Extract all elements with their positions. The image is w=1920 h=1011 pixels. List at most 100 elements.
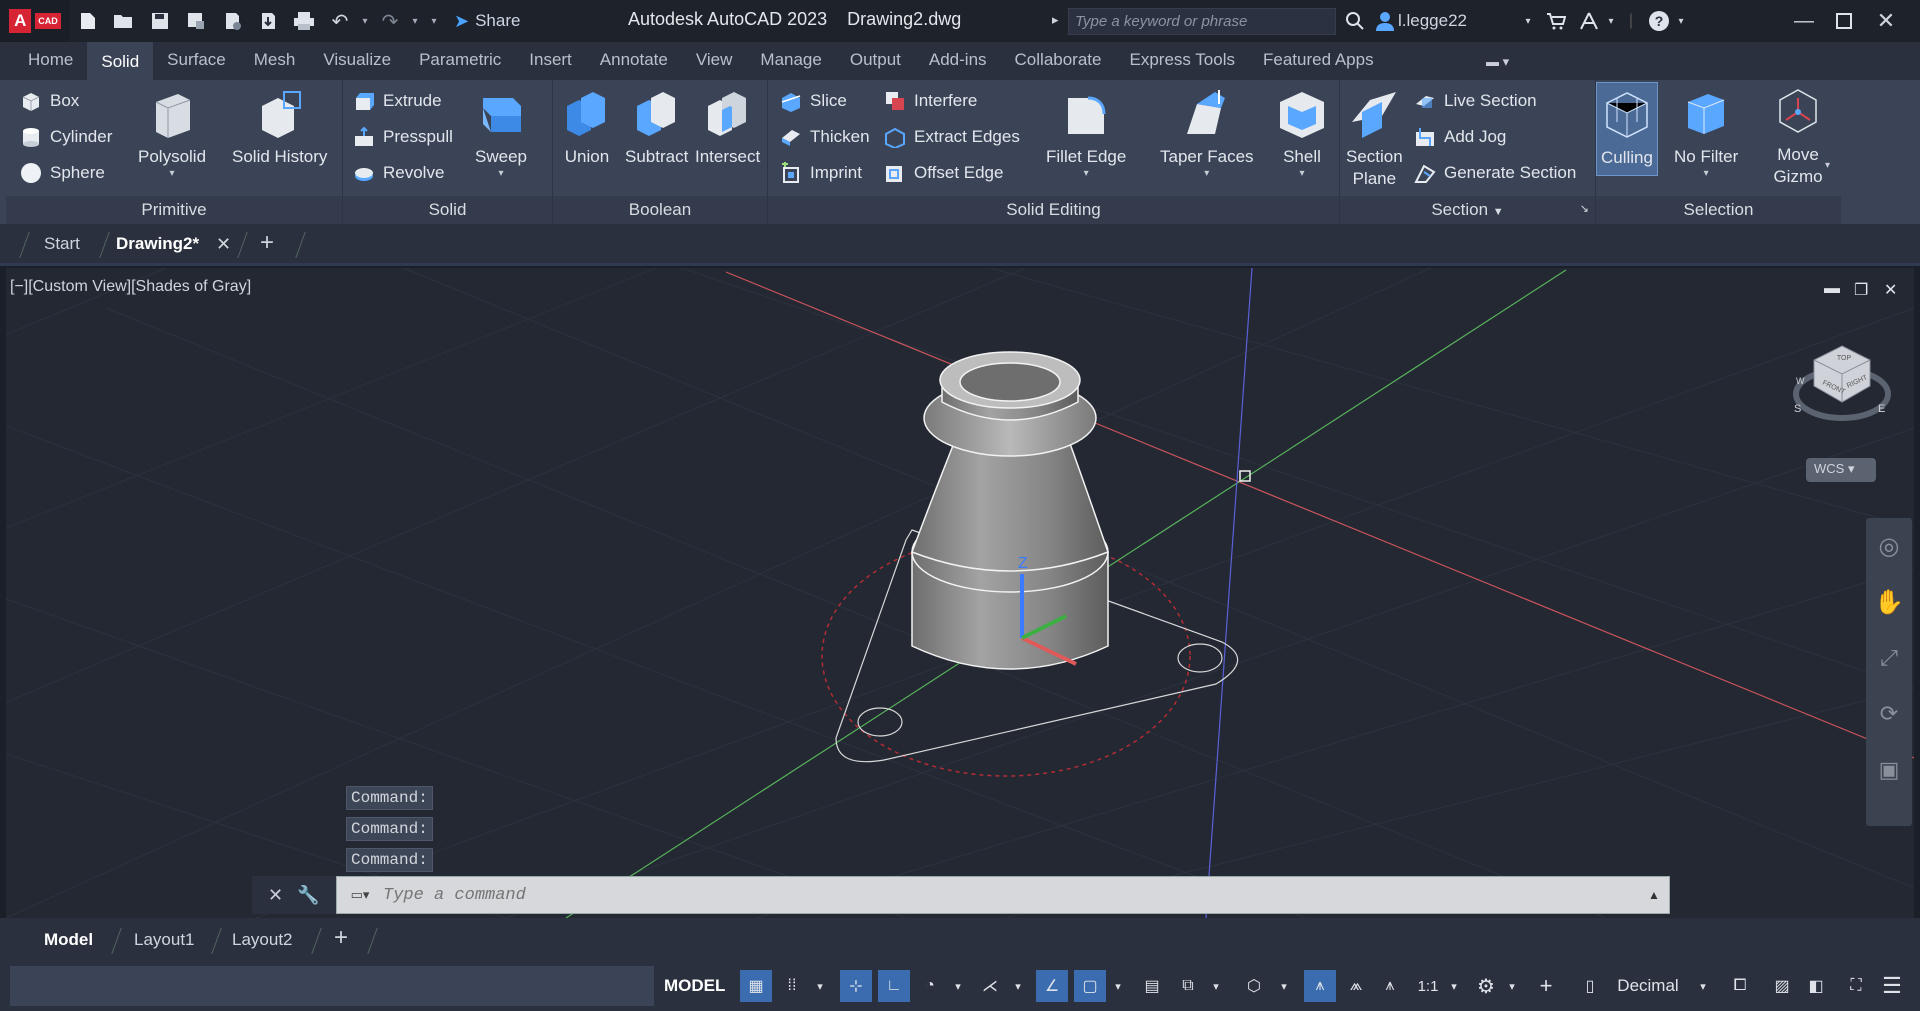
culling-button[interactable]: Culling — [1596, 82, 1658, 176]
close-tab-icon[interactable]: ✕ — [216, 234, 231, 255]
scale-dropdown-icon[interactable]: ▾ — [1446, 970, 1462, 1002]
share-button[interactable]: ➤ Share — [454, 11, 520, 32]
live-section-button[interactable]: Live Section — [1414, 90, 1537, 112]
save-web-icon[interactable] — [250, 0, 286, 42]
tab-express-tools[interactable]: Express Tools — [1115, 42, 1249, 80]
imprint-button[interactable]: Imprint — [780, 162, 862, 184]
tab-add-ins[interactable]: Add-ins — [915, 42, 1001, 80]
taper-faces-dropdown-icon[interactable]: ▾ — [1204, 168, 1209, 180]
no-filter-dropdown-icon[interactable]: ▾ — [1704, 168, 1709, 180]
polar-dropdown-icon[interactable]: ▾ — [948, 970, 968, 1002]
polysolid-dropdown-icon[interactable]: ▾ — [170, 168, 175, 180]
orbit-icon[interactable]: ⟳ — [1866, 686, 1912, 742]
add-jog-button[interactable]: Add Jog — [1414, 126, 1506, 148]
new-tab-icon[interactable]: + — [260, 229, 274, 257]
viewport-close-icon[interactable]: ✕ — [1884, 280, 1897, 300]
sweep-button[interactable]: Sweep ▾ — [475, 88, 527, 180]
new-file-icon[interactable] — [70, 0, 106, 42]
tab-parametric[interactable]: Parametric — [405, 42, 515, 80]
application-menu-button[interactable]: A CAD — [0, 0, 70, 42]
recent-commands-icon[interactable]: ▭▾ — [337, 877, 383, 913]
show-lineweight-icon[interactable]: ▤ — [1136, 970, 1168, 1002]
section-plane-button[interactable]: Section Plane — [1346, 88, 1403, 190]
polar-tracking-icon[interactable]: ◔ — [914, 970, 946, 1002]
command-history-expand-icon[interactable]: ▲ — [1639, 888, 1669, 902]
save-as-icon[interactable] — [178, 0, 214, 42]
subtract-button[interactable]: Subtract — [625, 88, 688, 168]
section-dropdown-icon[interactable]: ▼ — [1493, 206, 1504, 218]
customization-menu-icon[interactable]: ☰ — [1876, 970, 1908, 1002]
model-scene[interactable]: Z — [6, 268, 1914, 918]
tab-output[interactable]: Output — [836, 42, 915, 80]
polysolid-button[interactable]: Polysolid ▾ — [138, 88, 206, 180]
command-customize-icon[interactable]: 🔧 — [297, 885, 319, 906]
fillet-edge-dropdown-icon[interactable]: ▾ — [1084, 168, 1089, 180]
save-icon[interactable] — [142, 0, 178, 42]
sweep-dropdown-icon[interactable]: ▾ — [498, 168, 503, 180]
move-gizmo-button[interactable]: Move Gizmo — [1772, 86, 1824, 188]
tab-solid[interactable]: Solid — [87, 42, 154, 80]
user-name[interactable]: l.legge22 — [1398, 11, 1518, 31]
extrude-button[interactable]: Extrude — [353, 90, 442, 112]
snap-icon[interactable]: ⁞⁞ — [776, 970, 808, 1002]
wcs-menu[interactable]: WCS ▾ — [1806, 458, 1876, 482]
transparency-icon[interactable]: ⧉ — [1172, 970, 1204, 1002]
viewport-minimize-icon[interactable]: ▬ — [1824, 280, 1840, 298]
shell-button[interactable]: Shell ▾ — [1276, 88, 1328, 180]
offset-edge-button[interactable]: Offset Edge — [884, 162, 1003, 184]
box-button[interactable]: Box — [20, 90, 79, 112]
units-value[interactable]: Decimal — [1606, 970, 1690, 1002]
union-button[interactable]: Union — [561, 88, 613, 168]
tab-home[interactable]: Home — [14, 42, 87, 80]
annotation-scale-value[interactable]: 1:1 — [1410, 970, 1446, 1002]
object-snap-icon[interactable]: ▢ — [1074, 970, 1106, 1002]
cylinder-button[interactable]: Cylinder — [20, 126, 112, 148]
revolve-button[interactable]: Revolve — [353, 162, 444, 184]
annotation-visibility-icon[interactable]: ⩚ — [1304, 970, 1336, 1002]
account-dropdown-icon[interactable]: ▾ — [1604, 16, 1618, 27]
no-filter-button[interactable]: No Filter ▾ — [1674, 88, 1738, 180]
extract-edges-button[interactable]: Extract Edges — [884, 126, 1020, 148]
drawing-viewport[interactable]: Z [−][Custom View][Shades of Gray] ▬ ❐ ✕… — [6, 268, 1914, 918]
selection-cycling-icon[interactable]: ⬡ — [1236, 970, 1272, 1002]
ortho-icon[interactable]: ∟ — [878, 970, 910, 1002]
tab-annotate[interactable]: Annotate — [586, 42, 682, 80]
plot-icon[interactable] — [286, 0, 322, 42]
close-icon[interactable]: ✕ — [1864, 8, 1908, 34]
isodraft-dropdown-icon[interactable]: ▾ — [1008, 970, 1028, 1002]
object-snap-dropdown-icon[interactable]: ▾ — [1108, 970, 1128, 1002]
infer-constraints-icon[interactable]: ⊹ — [840, 970, 872, 1002]
pan-hand-icon[interactable]: ✋ — [1866, 574, 1912, 630]
undo-icon[interactable]: ↶ — [322, 0, 358, 42]
isodraft-icon[interactable]: ⋌ — [974, 970, 1006, 1002]
solid-model[interactable] — [911, 351, 1109, 670]
redo-icon[interactable]: ↷ — [372, 0, 408, 42]
user-icon[interactable] — [1372, 10, 1398, 32]
tab-mesh[interactable]: Mesh — [240, 42, 310, 80]
fillet-edge-button[interactable]: Fillet Edge ▾ — [1046, 88, 1126, 180]
viewcube[interactable]: TOP FRONT RIGHT S E W — [1786, 340, 1896, 440]
redo-dropdown-icon[interactable]: ▾ — [408, 0, 422, 42]
tab-surface[interactable]: Surface — [153, 42, 240, 80]
search-expand-icon[interactable]: ▸ — [1052, 12, 1059, 28]
help-dropdown-icon[interactable]: ▾ — [1674, 16, 1688, 27]
panel-section-label[interactable]: Section ▼ ↘ — [1340, 196, 1595, 224]
model-space-toggle[interactable]: MODEL — [664, 976, 725, 996]
workspace-dropdown-icon[interactable]: ▾ — [1504, 970, 1520, 1002]
new-layout-icon[interactable]: + — [334, 924, 348, 952]
cart-icon[interactable] — [1538, 12, 1574, 30]
tab-manage[interactable]: Manage — [746, 42, 835, 80]
maximize-icon[interactable] — [1824, 13, 1864, 29]
auto-scale-icon[interactable]: ⩕ — [1340, 970, 1372, 1002]
units-dropdown-icon[interactable]: ▾ — [1694, 970, 1712, 1002]
snap-dropdown-icon[interactable]: ▾ — [810, 970, 830, 1002]
tab-drawing2[interactable]: Drawing2* — [116, 234, 199, 254]
tab-visualize[interactable]: Visualize — [309, 42, 405, 80]
tab-start[interactable]: Start — [44, 234, 80, 254]
customize-qat-icon[interactable]: ▾ — [422, 0, 446, 42]
isolate-objects-icon[interactable]: ◧ — [1800, 970, 1832, 1002]
graphics-performance-icon[interactable]: ▨ — [1766, 970, 1798, 1002]
tab-featured-apps[interactable]: Featured Apps — [1249, 42, 1388, 80]
steering-wheel-icon[interactable]: ◎ — [1866, 518, 1912, 574]
thicken-button[interactable]: Thicken — [780, 126, 870, 148]
